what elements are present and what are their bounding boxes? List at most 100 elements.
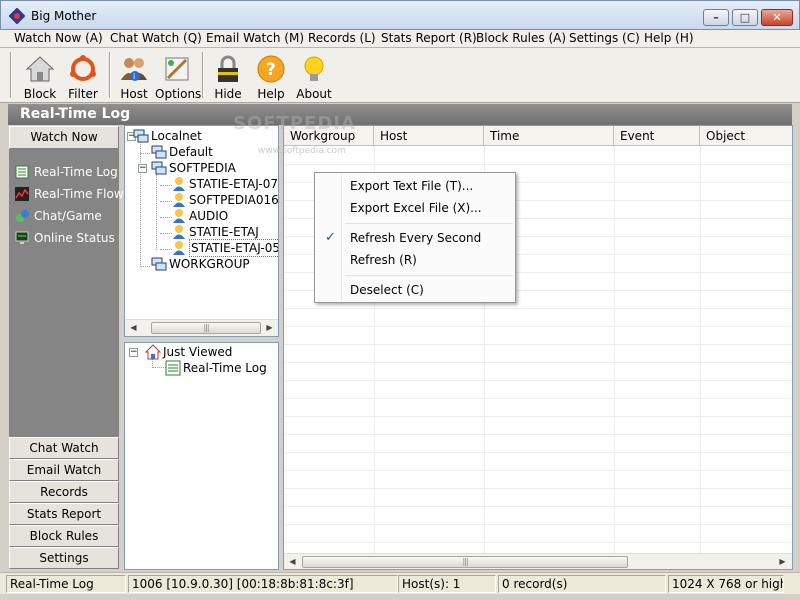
scroll-left-icon[interactable]: ◀ — [284, 554, 301, 569]
home-icon — [145, 344, 161, 360]
nav-item-label: Online Status — [34, 231, 115, 245]
menu-item-label: Refresh Every Second — [350, 231, 482, 245]
scroll-thumb[interactable]: ||| — [151, 322, 261, 334]
tree-node-label: Just Viewed — [163, 345, 233, 359]
grid-row-line — [284, 398, 792, 399]
user-icon — [173, 177, 185, 191]
grid-row-line — [284, 524, 792, 525]
grid-horizontal-scrollbar[interactable]: ◀ ||| ▶ — [284, 553, 792, 569]
scroll-right-icon[interactable]: ▶ — [774, 554, 791, 569]
close-button[interactable]: ✕ — [761, 9, 793, 26]
nav-item-label: Real-Time Log — [34, 165, 118, 179]
nav-records-button[interactable]: Records — [9, 481, 119, 503]
status-bar: Real-Time Log 1006 [10.9.0.30] [00:18:8b… — [0, 572, 800, 594]
filter-icon — [70, 55, 96, 81]
toolbar-separator — [109, 52, 111, 98]
menu-watch-now[interactable]: Watch Now (A) — [14, 31, 103, 46]
chat-game-icon — [16, 210, 29, 222]
options-button[interactable]: Options — [155, 51, 201, 101]
grid-row-line — [284, 362, 792, 363]
user-icon — [173, 193, 185, 207]
menu-records[interactable]: Records (L) — [308, 31, 376, 46]
nav-chat-watch-button[interactable]: Chat Watch — [9, 437, 119, 459]
menu-item-export-text[interactable]: Export Text File (T)... — [317, 175, 513, 197]
tree-node-label: STATIE-ETAJ-07 — [189, 177, 278, 191]
tree-node-label: SOFTPEDIA — [169, 161, 236, 175]
nav-item-label: Chat/Game — [34, 209, 102, 223]
hide-button[interactable]: Hide — [206, 51, 250, 101]
nav-stats-report-button[interactable]: Stats Report — [9, 503, 119, 525]
block-label: Block — [23, 87, 57, 101]
menu-settings[interactable]: Settings (C) — [569, 31, 640, 46]
menu-email-watch[interactable]: Email Watch (M) — [206, 31, 304, 46]
toolbar-separator — [202, 52, 204, 98]
grid-row-line — [284, 434, 792, 435]
window-title: Big Mother — [31, 9, 97, 23]
tree-node-label: Localnet — [151, 129, 202, 143]
tree-node-label: STATIE-ETAJ-05 — [189, 239, 278, 257]
scroll-left-icon[interactable]: ◀ — [125, 320, 142, 336]
maximize-button[interactable]: □ — [732, 9, 758, 26]
nav-panel: Real-Time Log Real-Time Flow Chat/Game O… — [9, 149, 124, 437]
tree-node-label: Real-Time Log — [183, 361, 267, 375]
tree-horizontal-scrollbar[interactable]: ◀ ||| ▶ — [125, 319, 278, 336]
options-icon — [165, 57, 189, 81]
nav-block-rules-button[interactable]: Block Rules — [9, 525, 119, 547]
grid-row-line — [284, 506, 792, 507]
tree-node-label: SOFTPEDIA016 — [189, 193, 279, 207]
grid-row-line — [284, 416, 792, 417]
hide-label: Hide — [214, 87, 242, 101]
about-label: About — [296, 87, 332, 101]
column-header-event[interactable]: Event — [614, 126, 700, 146]
user-icon — [173, 241, 185, 255]
block-button[interactable]: Block — [18, 51, 62, 101]
column-header-time[interactable]: Time — [484, 126, 614, 146]
menu-separator — [345, 223, 513, 224]
nav-watch-now-button[interactable]: Watch Now — [9, 126, 119, 149]
menu-item-export-excel[interactable]: Export Excel File (X)... — [317, 197, 513, 219]
tree-collapse-toggle[interactable]: − — [129, 348, 138, 357]
title-bar: Big Mother – □ ✕ — [0, 0, 800, 30]
grid-row-line — [284, 452, 792, 453]
scroll-right-icon[interactable]: ▶ — [261, 320, 278, 336]
grid-row-line — [284, 488, 792, 489]
user-icon — [173, 209, 185, 223]
column-header-object[interactable]: Object — [700, 126, 792, 146]
tree-collapse-toggle[interactable]: − — [138, 164, 147, 173]
minimize-button[interactable]: – — [703, 9, 729, 26]
menu-item-refresh-every-second[interactable]: ✓ Refresh Every Second — [317, 227, 513, 249]
nav-settings-button[interactable]: Settings — [9, 547, 119, 569]
menu-help[interactable]: Help (H) — [644, 31, 694, 46]
menu-block-rules[interactable]: Block Rules (A) — [476, 31, 566, 46]
context-menu: Export Text File (T)... Export Excel Fil… — [314, 172, 516, 303]
svg-text:i: i — [133, 72, 135, 81]
watermark-brand: SOFTPEDIA — [233, 113, 356, 134]
status-record-count: 0 record(s) — [498, 575, 666, 593]
help-label: Help — [257, 87, 285, 101]
house-icon — [25, 56, 55, 82]
nav-email-watch-button[interactable]: Email Watch — [9, 459, 119, 481]
tree-node-label: STATIE-ETAJ — [189, 225, 259, 239]
menu-item-deselect[interactable]: Deselect (C) — [317, 279, 513, 301]
lock-icon — [218, 55, 238, 82]
section-title: Real-Time Log — [8, 104, 792, 125]
menu-chat-watch[interactable]: Chat Watch (Q) — [110, 31, 202, 46]
log-icon — [165, 360, 181, 376]
filter-button[interactable]: Filter — [61, 51, 105, 101]
tree-node-label: Default — [169, 145, 213, 159]
monitor-icon — [15, 231, 29, 244]
column-header-host[interactable]: Host — [374, 126, 484, 146]
users-icon: i — [121, 58, 147, 81]
help-button[interactable]: ? Help — [249, 51, 293, 101]
toolbar: Block Filter i Host Options Hide ? Help … — [0, 48, 800, 103]
menu-stats-report[interactable]: Stats Report (R) — [381, 31, 477, 46]
menu-item-refresh[interactable]: Refresh (R) — [317, 249, 513, 271]
scroll-thumb[interactable]: ||| — [302, 556, 628, 568]
watermark-url: www.softpedia.com — [258, 146, 346, 156]
grid-row-line — [284, 542, 792, 543]
grid-row-line — [284, 344, 792, 345]
app-icon — [9, 8, 25, 24]
host-button[interactable]: i Host — [112, 51, 156, 101]
about-button[interactable]: About — [292, 51, 336, 101]
recent-tree: − Just Viewed Real-Time Log — [124, 342, 279, 570]
